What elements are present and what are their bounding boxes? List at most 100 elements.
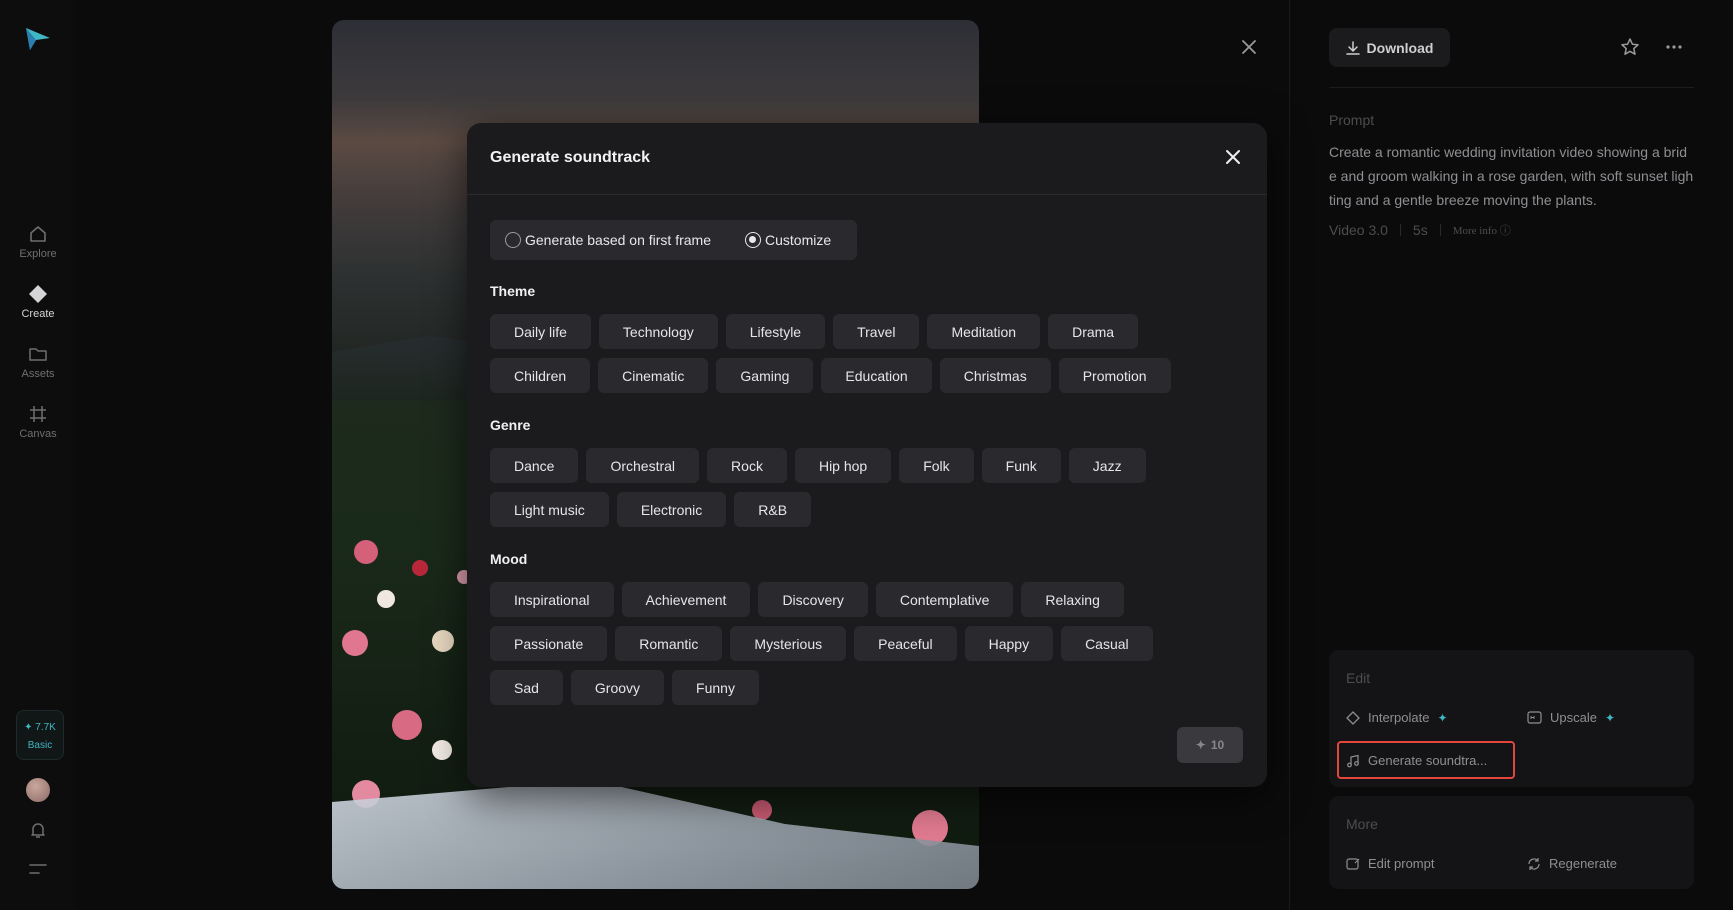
menu-icon[interactable] (29, 862, 47, 876)
theme-tag[interactable]: Technology (598, 314, 718, 349)
mood-tag[interactable]: Romantic (615, 626, 723, 661)
genre-tag[interactable]: Electronic (616, 492, 727, 527)
sidebar-item-create[interactable]: Create (0, 284, 76, 320)
theme-tag[interactable]: Gaming (716, 358, 814, 393)
more-info-link[interactable]: More info ⓘ (1453, 222, 1511, 238)
theme-tag[interactable]: Children (490, 358, 591, 393)
modal-close-icon[interactable] (1224, 148, 1242, 166)
regenerate-button[interactable]: Regenerate (1527, 856, 1617, 871)
mood-tag[interactable]: Contemplative (875, 582, 1014, 617)
sidebar-item-explore[interactable]: Explore (0, 224, 76, 260)
mood-tag[interactable]: Relaxing (1021, 582, 1124, 617)
genre-tag[interactable]: Orchestral (586, 448, 700, 483)
theme-tag[interactable]: Cinematic (598, 358, 709, 393)
genre-tag[interactable]: Dance (490, 448, 579, 483)
theme-tag[interactable]: Drama (1048, 314, 1139, 349)
mood-tag[interactable]: Passionate (490, 626, 608, 661)
theme-tag[interactable]: Christmas (939, 358, 1051, 393)
mood-row-3: Sad Groovy Funny (490, 670, 759, 705)
upscale-label: Upscale (1550, 710, 1597, 725)
frame-icon (30, 406, 46, 422)
genre-tag[interactable]: Light music (490, 492, 609, 527)
genre-tag[interactable]: Hip hop (794, 448, 892, 483)
more-options-icon[interactable] (1664, 37, 1684, 57)
genre-row-1: Dance Orchestral Rock Hip hop Folk Funk … (490, 448, 1146, 483)
edit-label: Edit (1346, 670, 1371, 686)
avatar[interactable] (26, 778, 50, 802)
interpolate-button[interactable]: Interpolate ✦ (1346, 710, 1448, 725)
credits-badge[interactable]: ✦ 7.7K Basic (16, 710, 64, 760)
mood-label: Mood (490, 551, 528, 567)
prompt-label: Prompt (1329, 112, 1375, 128)
modal-header: Generate soundtrack (467, 123, 1267, 195)
theme-label: Theme (490, 283, 536, 299)
radio-customize[interactable]: Customize (745, 232, 831, 248)
cost-value: 10 (1210, 738, 1225, 752)
mood-tag[interactable]: Funny (672, 670, 759, 705)
edit-prompt-button[interactable]: Edit prompt (1346, 856, 1434, 871)
upscale-button[interactable]: Upscale ✦ (1527, 710, 1615, 725)
genre-tag[interactable]: Funk (981, 448, 1061, 483)
theme-tag[interactable]: Daily life (490, 314, 591, 349)
radio-first-frame-label: Generate based on first frame (525, 232, 711, 248)
mood-tag[interactable]: Casual (1061, 626, 1153, 661)
hd-icon (1527, 711, 1542, 724)
mood-tag[interactable]: Inspirational (490, 582, 614, 617)
info-icon: ⓘ (1499, 225, 1511, 237)
music-note-icon (1347, 754, 1359, 767)
mood-row-2: Passionate Romantic Mysterious Peaceful … (490, 626, 1153, 661)
interpolate-icon (1346, 710, 1360, 725)
home-icon (30, 226, 46, 242)
generate-submit-button[interactable]: ✦ 10 (1177, 727, 1243, 763)
radio-customize-label: Customize (765, 232, 832, 248)
sparkle-icon: ✦ (1604, 710, 1616, 725)
download-icon (1345, 40, 1360, 55)
regenerate-label: Regenerate (1549, 856, 1617, 871)
mood-tag[interactable]: Peaceful (854, 626, 957, 661)
close-icon[interactable] (1240, 38, 1258, 56)
theme-tag[interactable]: Travel (833, 314, 920, 349)
genre-tag[interactable]: Jazz (1068, 448, 1146, 483)
download-button[interactable]: Download (1329, 28, 1450, 67)
theme-tag[interactable]: Promotion (1058, 358, 1171, 393)
generate-soundtrack-button[interactable]: Generate soundtra... (1346, 753, 1487, 768)
radio-unchecked-icon (505, 232, 521, 248)
radio-first-frame[interactable]: Generate based on first frame (505, 232, 711, 248)
sidebar-item-canvas[interactable]: Canvas (0, 404, 76, 440)
sidebar-item-label: Explore (19, 248, 57, 260)
theme-tag[interactable]: Lifestyle (725, 314, 826, 349)
mood-tag[interactable]: Discovery (758, 582, 868, 617)
mood-tag[interactable]: Groovy (570, 670, 665, 705)
sidebar-item-assets[interactable]: Assets (0, 344, 76, 380)
bell-icon[interactable] (28, 820, 48, 840)
credits-plan: Basic (27, 740, 53, 751)
sidebar: Explore Create Assets Canvas ✦ 7.7K Basi… (0, 0, 76, 910)
right-panel-divider (1329, 87, 1694, 88)
sidebar-item-label: Canvas (19, 428, 57, 440)
folder-icon (29, 348, 47, 361)
theme-tag[interactable]: Education (821, 358, 932, 393)
genre-tag[interactable]: Rock (707, 448, 787, 483)
theme-tag[interactable]: Meditation (927, 314, 1041, 349)
video-dress (332, 780, 979, 889)
mood-tag[interactable]: Sad (490, 670, 563, 705)
mood-tag[interactable]: Mysterious (730, 626, 847, 661)
radio-checked-icon (745, 232, 761, 248)
download-label: Download (1366, 39, 1434, 56)
mood-tag[interactable]: Achievement (621, 582, 751, 617)
sparkle-icon: ✦ (1195, 738, 1206, 752)
edit-card: Edit Interpolate ✦ Upscale ✦ Generate so… (1329, 650, 1694, 787)
mood-tag[interactable]: Happy (964, 626, 1054, 661)
genre-tag[interactable]: R&B (734, 492, 812, 527)
genre-tag[interactable]: Folk (899, 448, 974, 483)
right-panel: Download Prompt Create a romantic weddin… (1329, 0, 1694, 910)
meta-model: Video 3.0 (1329, 222, 1388, 238)
regenerate-icon (1528, 857, 1540, 870)
meta-duration: 5s (1412, 222, 1428, 238)
logo-icon[interactable] (24, 26, 52, 52)
generate-soundtrack-label: Generate soundtra... (1368, 753, 1488, 768)
sparkle-icon: ✦ (1437, 710, 1448, 725)
modal-title: Generate soundtrack (490, 149, 651, 166)
mood-row-1: Inspirational Achievement Discovery Cont… (490, 582, 1124, 617)
star-icon[interactable] (1620, 37, 1640, 57)
